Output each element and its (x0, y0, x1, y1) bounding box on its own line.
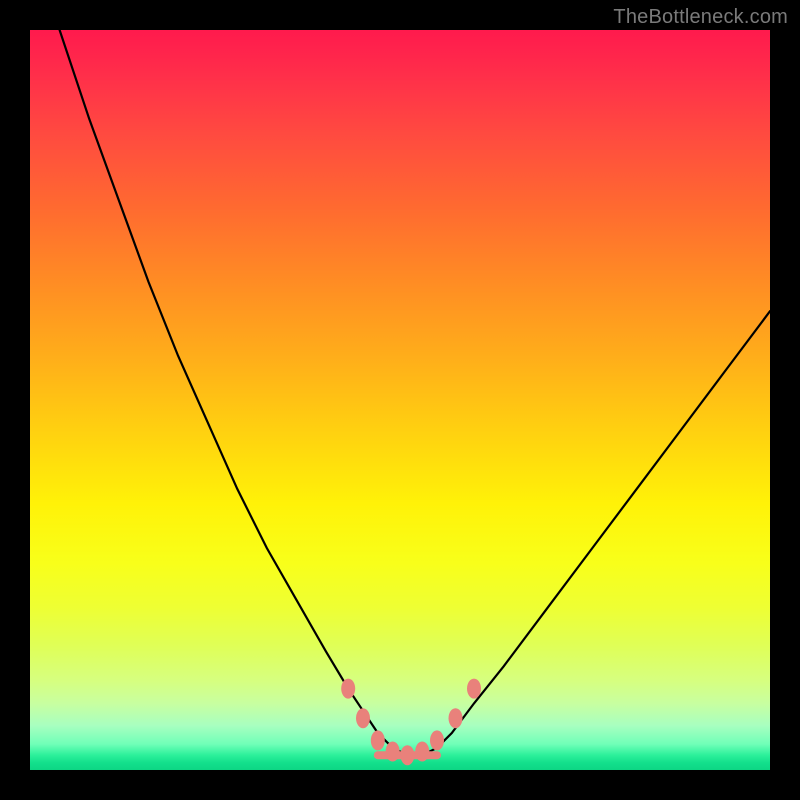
curve-marker (386, 742, 400, 762)
watermark-text: TheBottleneck.com (613, 6, 788, 29)
curve-marker (341, 679, 355, 699)
bottleneck-curve-path (60, 30, 770, 755)
curve-marker (400, 745, 414, 765)
chart-frame: TheBottleneck.com (0, 0, 800, 800)
plot-area (30, 30, 770, 770)
curve-marker (371, 730, 385, 750)
chart-svg (30, 30, 770, 770)
curve-marker (430, 730, 444, 750)
line-layer (60, 30, 770, 755)
marker-layer (341, 679, 481, 766)
curve-marker (467, 679, 481, 699)
curve-marker (449, 708, 463, 728)
curve-marker (356, 708, 370, 728)
curve-marker (415, 742, 429, 762)
